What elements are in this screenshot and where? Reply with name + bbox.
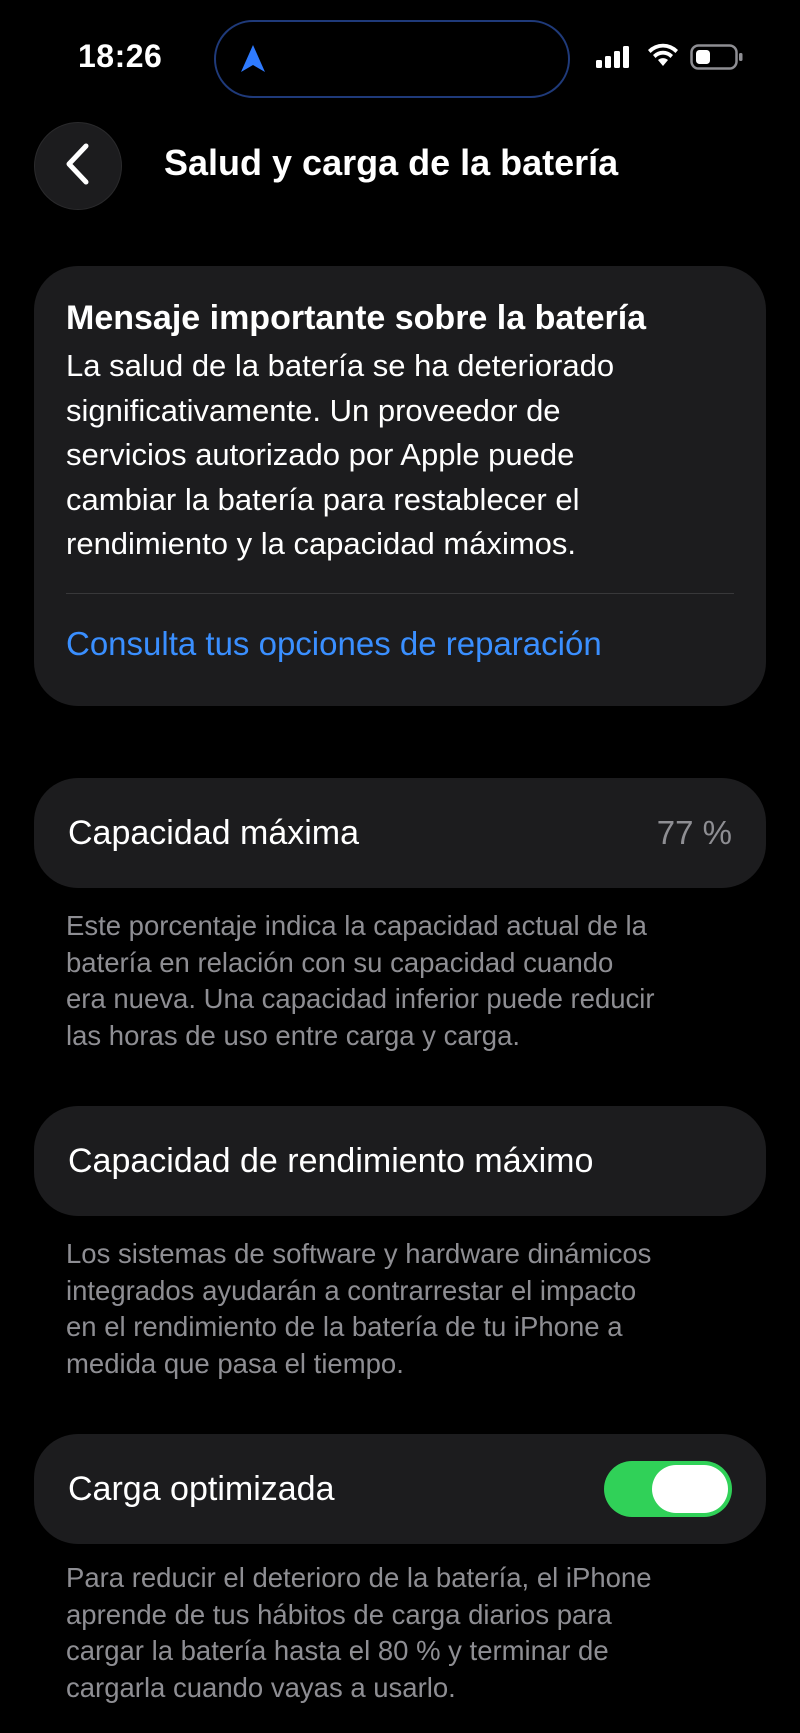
message-title: Mensaje importante sobre la batería — [66, 299, 647, 337]
message-line: La salud de la batería se ha deteriorado — [66, 348, 615, 383]
back-button[interactable] — [34, 122, 122, 210]
dynamic-island[interactable] — [214, 20, 570, 98]
location-arrow-icon — [240, 44, 266, 79]
peak-performance-row: Capacidad de rendimiento máximo — [34, 1106, 766, 1216]
peak-performance-label: Capacidad de rendimiento máximo — [68, 1141, 594, 1180]
wifi-icon — [646, 42, 680, 73]
footnote-line: medida que pasa el tiempo. — [66, 1347, 404, 1379]
optimized-charging-footnote: Para reducir el deterioro de la batería,… — [66, 1560, 756, 1706]
status-time: 18:26 — [78, 38, 163, 74]
repair-options-link[interactable]: Consulta tus opciones de reparación — [66, 620, 602, 668]
footnote-line: Para reducir el deterioro de la batería,… — [66, 1562, 652, 1593]
divider — [66, 592, 734, 594]
max-capacity-value: 77 % — [656, 814, 732, 851]
footnote-line: cargarla cuando vayas a usarlo. — [66, 1671, 456, 1703]
max-capacity-footnote: Este porcentaje indica la capacidad actu… — [66, 908, 756, 1054]
footnote-line: era nueva. Una capacidad inferior puede … — [66, 983, 655, 1014]
battery-icon — [690, 44, 744, 75]
status-bar: 18:26 — [0, 0, 800, 120]
footnote-line: integrados ayudarán a contrarrestar el i… — [66, 1274, 637, 1306]
battery-message-card: Mensaje importante sobre la batería La s… — [34, 266, 766, 706]
footnote-line: batería en relación con su capacidad cua… — [66, 946, 614, 978]
toggle-knob — [652, 1465, 728, 1513]
optimized-charging-row: Carga optimizada — [34, 1434, 766, 1544]
message-line: rendimiento y la capacidad máximos. — [66, 526, 577, 561]
cellular-signal-icon — [596, 46, 632, 73]
footnote-line: cargar la batería hasta el 80 % y termin… — [66, 1635, 609, 1666]
footnote-line: las horas de uso entre carga y carga. — [66, 1019, 521, 1051]
chevron-left-icon — [63, 142, 93, 191]
optimized-charging-toggle[interactable] — [604, 1461, 732, 1517]
footnote-line: aprende de tus hábitos de carga diarios … — [66, 1598, 612, 1630]
message-line: servicios autorizado por Apple puede — [66, 437, 575, 472]
footnote-line: en el rendimiento de la batería de tu iP… — [66, 1311, 623, 1342]
footnote-line: Este porcentaje indica la capacidad actu… — [66, 910, 647, 941]
max-capacity-row: Capacidad máxima 77 % — [34, 778, 766, 888]
message-line: cambiar la batería para restablecer el — [66, 481, 580, 517]
message-body: La salud de la batería se ha deteriorado… — [66, 344, 734, 567]
optimized-charging-label: Carga optimizada — [68, 1469, 335, 1508]
footnote-line: Los sistemas de software y hardware diná… — [66, 1238, 652, 1269]
message-line: significativamente. Un proveedor de — [66, 392, 561, 428]
max-capacity-label: Capacidad máxima — [68, 813, 360, 852]
page-title: Salud y carga de la batería — [164, 142, 619, 183]
peak-performance-footnote: Los sistemas de software y hardware diná… — [66, 1236, 756, 1382]
